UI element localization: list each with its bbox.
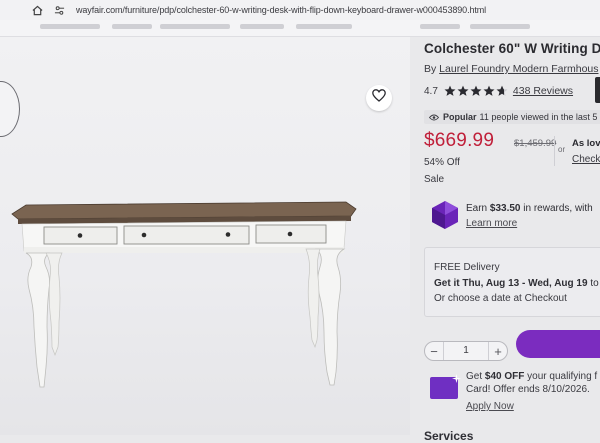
desk-product-image bbox=[11, 201, 357, 388]
card-offer-line2: Card! Offer ends 8/10/2026. bbox=[466, 384, 590, 395]
product-title: Colchester 60" W Writing Des bbox=[424, 41, 600, 56]
quantity-increase-button[interactable]: + bbox=[489, 342, 507, 360]
apply-now-link[interactable]: Apply Now bbox=[466, 401, 514, 412]
home-icon[interactable] bbox=[32, 5, 44, 16]
quantity-stepper[interactable]: − 1 + bbox=[424, 341, 508, 361]
sale-label: Sale bbox=[424, 174, 445, 185]
price-divider bbox=[554, 136, 555, 166]
site-subnav bbox=[0, 20, 600, 37]
financing-label: As lov bbox=[572, 138, 600, 149]
tune-icon[interactable] bbox=[54, 5, 66, 16]
popular-text: 11 people viewed in the last 5 bbox=[479, 112, 598, 122]
brand-link[interactable]: Laurel Foundry Modern Farmhous bbox=[439, 63, 598, 75]
star-icon bbox=[457, 85, 469, 96]
rewards-text: Earn $33.50 in rewards, with bbox=[466, 203, 593, 214]
choose-date-text[interactable]: Or choose a date at Checkout bbox=[434, 293, 567, 304]
quantity-decrease-button[interactable]: − bbox=[425, 342, 443, 360]
delivery-to: to bbox=[587, 278, 599, 289]
delivery-date-range: Thu, Aug 13 - Wed, Aug 19 bbox=[462, 278, 588, 289]
add-to-cart-button[interactable] bbox=[516, 330, 600, 358]
card-icon bbox=[430, 374, 461, 399]
card-offer-amount: $40 OFF bbox=[484, 371, 525, 382]
compare-button[interactable] bbox=[595, 77, 600, 103]
popular-banner: Popular 11 people viewed in the last 5 bbox=[424, 110, 600, 124]
free-delivery-label: FREE Delivery bbox=[434, 262, 500, 273]
or-label: or bbox=[558, 145, 566, 154]
popular-label: Popular bbox=[443, 112, 477, 122]
discount-label: 54% Off bbox=[424, 157, 460, 168]
rating-row[interactable]: 4.7 438 Reviews bbox=[424, 85, 573, 97]
url-text[interactable]: wayfair.com/furniture/pdp/colchester-60-… bbox=[76, 5, 486, 15]
previous-image-button[interactable] bbox=[0, 81, 20, 137]
services-heading: Services bbox=[424, 429, 474, 443]
rewards-amount: $33.50 bbox=[489, 203, 521, 214]
heart-icon bbox=[372, 89, 386, 107]
quantity-value[interactable]: 1 bbox=[443, 342, 489, 360]
learn-more-link[interactable]: Learn more bbox=[466, 218, 517, 229]
address-bar[interactable]: wayfair.com/furniture/pdp/colchester-60-… bbox=[0, 0, 600, 21]
reviews-link[interactable]: 438 Reviews bbox=[513, 85, 573, 97]
original-price: $1,459.99 bbox=[514, 138, 557, 149]
card-offer-text: Get $40 OFF your qualifying f Card! Offe… bbox=[466, 370, 597, 396]
delivery-card: FREE Delivery Get it Thu, Aug 13 - Wed, … bbox=[424, 247, 600, 317]
gem-icon bbox=[432, 201, 458, 229]
rewards-prefix: Earn bbox=[466, 203, 490, 214]
card-offer-suffix: your qualifying f bbox=[524, 371, 598, 382]
product-info-panel: Colchester 60" W Writing Des By Laurel F… bbox=[424, 37, 600, 443]
get-it-label: Get it bbox=[434, 278, 463, 289]
eye-icon bbox=[429, 114, 439, 121]
star-half-icon bbox=[496, 85, 508, 96]
star-icon bbox=[470, 85, 482, 96]
delivery-dates: Get it Thu, Aug 13 - Wed, Aug 19 to bbox=[434, 278, 599, 289]
sparkle-icon bbox=[452, 374, 461, 383]
star-rating bbox=[444, 85, 508, 97]
brand-prefix: By bbox=[424, 63, 440, 75]
favorite-button[interactable] bbox=[366, 85, 392, 111]
card-offer-prefix: Get bbox=[466, 371, 485, 382]
rewards-suffix: in rewards, with bbox=[520, 203, 593, 214]
star-icon bbox=[483, 85, 495, 96]
product-image-panel[interactable] bbox=[0, 37, 410, 435]
sale-price: $669.99 bbox=[424, 130, 495, 151]
check-financing-link[interactable]: Check bbox=[572, 154, 600, 165]
rating-value: 4.7 bbox=[424, 85, 438, 97]
star-icon bbox=[444, 85, 456, 96]
brand-line: By Laurel Foundry Modern Farmhous bbox=[424, 63, 599, 75]
